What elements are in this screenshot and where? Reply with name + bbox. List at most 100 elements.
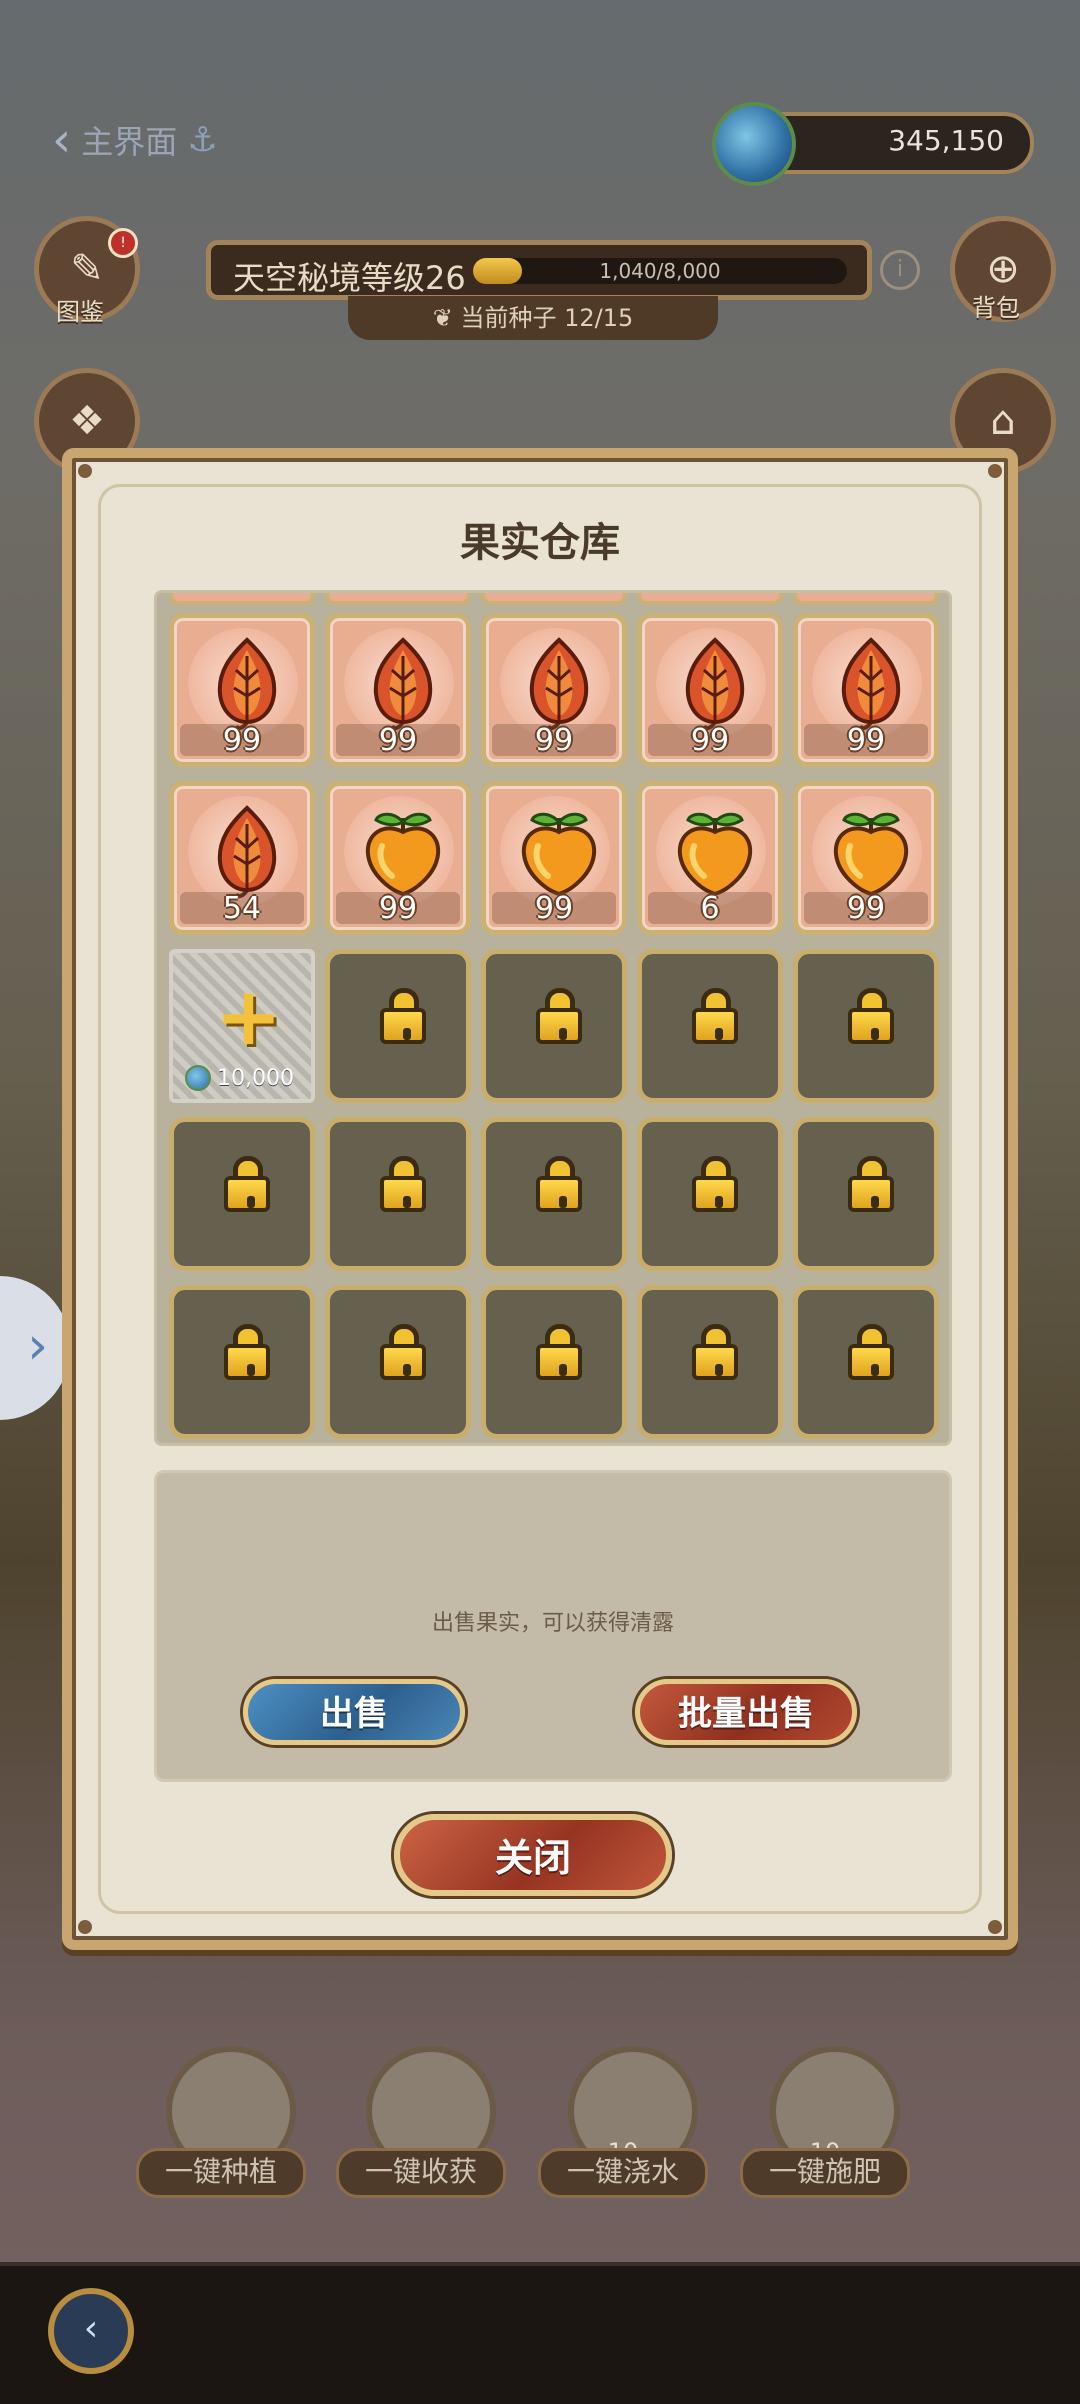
quill-icon: ✎ bbox=[70, 246, 104, 292]
locked-slot bbox=[793, 949, 939, 1103]
info-icon[interactable]: i bbox=[880, 250, 920, 290]
peach-slot[interactable]: 99 bbox=[325, 781, 471, 935]
item-count: 99 bbox=[378, 723, 418, 758]
partial-slot bbox=[325, 593, 471, 605]
chevron-right-icon: › bbox=[27, 1316, 48, 1376]
corner-rivet bbox=[78, 1920, 92, 1934]
sprout-icon: ❦ bbox=[432, 304, 461, 332]
item-count: 99 bbox=[378, 891, 418, 926]
peach-slot[interactable]: 99 bbox=[481, 781, 627, 935]
fire-leaf-icon bbox=[373, 637, 433, 731]
fire-leaf-slot[interactable]: 99 bbox=[481, 613, 627, 767]
one-click-plant-button[interactable]: 一键种植 bbox=[136, 2046, 306, 2198]
lock-icon bbox=[536, 1324, 582, 1380]
item-count: 54 bbox=[222, 891, 262, 926]
currency-display[interactable]: 345,150 bbox=[712, 102, 1034, 186]
lock-icon bbox=[692, 1156, 738, 1212]
fire-leaf-slot[interactable]: 54 bbox=[169, 781, 315, 935]
unlock-slot-button[interactable]: + 10,000 bbox=[169, 949, 315, 1103]
lock-icon bbox=[380, 1324, 426, 1380]
back-label: 主界面 bbox=[81, 123, 178, 161]
peach-fruit-icon bbox=[677, 812, 753, 897]
peach-slot[interactable]: 99 bbox=[793, 781, 939, 935]
action-label: 一键浇水 bbox=[538, 2148, 708, 2198]
chevron-left-icon: ‹ bbox=[52, 112, 72, 168]
backpack-icon: ⊕ bbox=[986, 246, 1020, 292]
plus-icon: + bbox=[215, 970, 283, 1063]
corner-rivet bbox=[988, 1920, 1002, 1934]
item-count: 99 bbox=[846, 891, 886, 926]
fire-leaf-icon bbox=[217, 805, 277, 899]
one-click-fertilize-button[interactable]: 10 一键施肥 bbox=[740, 2046, 910, 2198]
backpack-label: 背包 bbox=[972, 294, 1020, 322]
lock-icon bbox=[224, 1156, 270, 1212]
item-count: 6 bbox=[700, 891, 720, 926]
fire-leaf-slot[interactable]: 99 bbox=[325, 613, 471, 767]
partial-slot bbox=[169, 593, 315, 605]
gem-icon bbox=[712, 102, 796, 186]
lock-icon bbox=[536, 1156, 582, 1212]
locked-slot bbox=[169, 1117, 315, 1271]
peach-fruit-icon bbox=[833, 812, 909, 897]
dialog-title: 果实仓库 bbox=[460, 520, 620, 566]
back-button[interactable]: ‹ 主界面 ⚓ bbox=[52, 112, 252, 168]
locked-slot bbox=[793, 1285, 939, 1439]
locked-slot bbox=[169, 1285, 315, 1439]
partial-slot bbox=[637, 593, 783, 605]
back-arrow-button[interactable]: ‹ bbox=[48, 2288, 134, 2374]
lock-icon bbox=[848, 1324, 894, 1380]
peach-fruit-icon bbox=[521, 812, 597, 897]
locked-slot bbox=[793, 1117, 939, 1271]
sell-button[interactable]: 出售 bbox=[243, 1679, 465, 1745]
locked-slot bbox=[637, 949, 783, 1103]
locked-slot bbox=[325, 949, 471, 1103]
locked-slot bbox=[325, 1117, 471, 1271]
item-count: 99 bbox=[534, 723, 574, 758]
fire-leaf-slot[interactable]: 99 bbox=[637, 613, 783, 767]
partial-slot bbox=[793, 593, 939, 605]
arrow-left-icon: ‹ bbox=[83, 2308, 99, 2349]
encyclopedia-label: 图鉴 bbox=[56, 298, 104, 326]
sell-panel: 出售果实，可以获得清露 出售 批量出售 bbox=[154, 1470, 952, 1782]
lock-icon bbox=[848, 988, 894, 1044]
unlock-cost: 10,000 bbox=[185, 1065, 294, 1091]
xp-text: 1,040/8,000 bbox=[599, 259, 721, 283]
item-count: 99 bbox=[222, 723, 262, 758]
unlock-cost-value: 10,000 bbox=[217, 1065, 294, 1091]
fire-leaf-slot[interactable]: 99 bbox=[793, 613, 939, 767]
one-click-water-button[interactable]: 10 一键浇水 bbox=[538, 2046, 708, 2198]
locked-slot bbox=[481, 949, 627, 1103]
locked-slot bbox=[481, 1285, 627, 1439]
lock-icon bbox=[536, 988, 582, 1044]
locked-slot bbox=[637, 1117, 783, 1271]
locked-slot bbox=[637, 1285, 783, 1439]
close-button[interactable]: 关闭 bbox=[394, 1814, 672, 1896]
gem-icon bbox=[185, 1065, 211, 1091]
fire-leaf-icon bbox=[841, 637, 901, 731]
action-label: 一键种植 bbox=[136, 2148, 306, 2198]
seed-text: 当前种子 12/15 bbox=[460, 304, 634, 332]
item-count: 99 bbox=[846, 723, 886, 758]
gift-icon: ❖ bbox=[69, 398, 105, 444]
fire-leaf-icon bbox=[217, 637, 277, 731]
level-title: 天空秘境等级26 bbox=[233, 259, 466, 297]
lock-icon bbox=[380, 988, 426, 1044]
item-count: 99 bbox=[690, 723, 730, 758]
bottom-bar: ‹ bbox=[0, 2262, 1080, 2404]
bulk-sell-button[interactable]: 批量出售 bbox=[635, 1679, 857, 1745]
sell-hint: 出售果实，可以获得清露 bbox=[431, 1611, 674, 1636]
currency-amount: 345,150 bbox=[888, 124, 1004, 157]
peach-slot[interactable]: 6 bbox=[637, 781, 783, 935]
fire-leaf-icon bbox=[529, 637, 589, 731]
corner-rivet bbox=[988, 464, 1002, 478]
locked-slot bbox=[325, 1285, 471, 1439]
fire-leaf-icon bbox=[685, 637, 745, 731]
lock-icon bbox=[692, 988, 738, 1044]
action-label: 一键收获 bbox=[336, 2148, 506, 2198]
fire-leaf-slot[interactable]: 99 bbox=[169, 613, 315, 767]
corner-rivet bbox=[78, 464, 92, 478]
inventory-grid[interactable]: 99 99 99 99 99 54 99 99 6 99 + 10,000 bbox=[154, 590, 952, 1446]
seed-count: ❦ 当前种子 12/15 bbox=[348, 296, 718, 340]
one-click-harvest-button[interactable]: 一键收获 bbox=[336, 2046, 506, 2198]
partial-slot bbox=[481, 593, 627, 605]
